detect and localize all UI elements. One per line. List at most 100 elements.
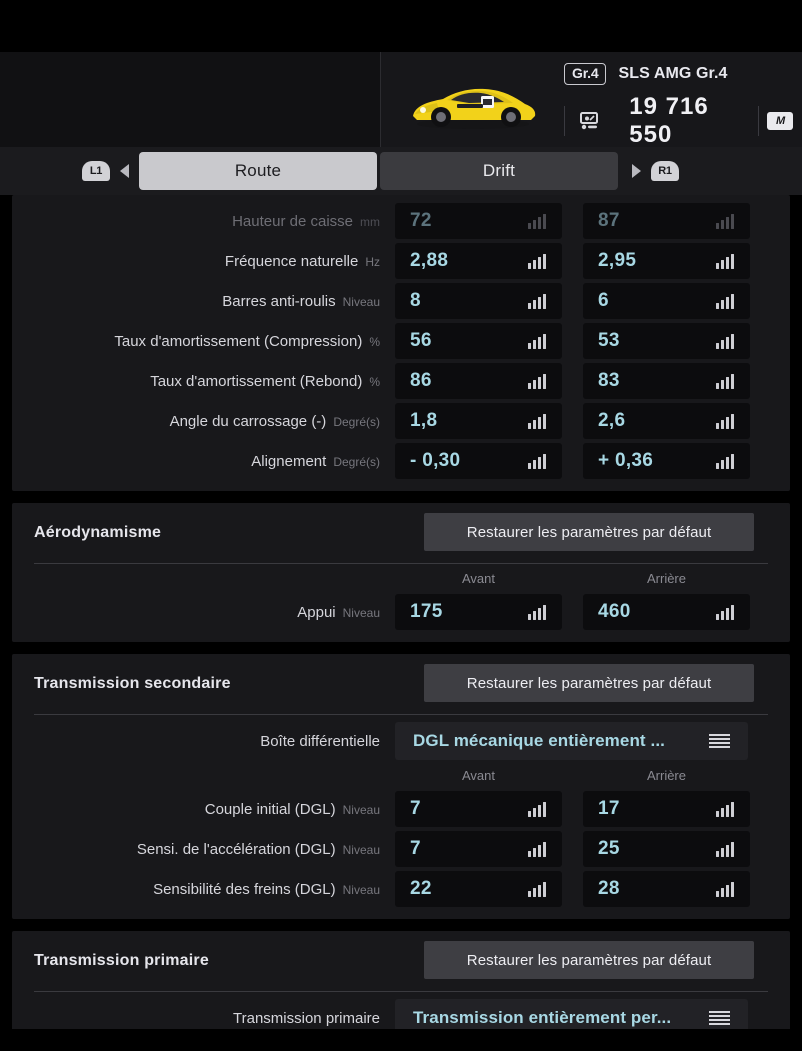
setting-row: Angle du carrossage (-) Degré(s) 1,8 2,6 (12, 401, 790, 441)
setting-value-front[interactable]: 86 (395, 363, 562, 399)
car-thumbnail (403, 74, 543, 132)
adjust-bars-icon[interactable] (716, 604, 734, 620)
setting-value-front[interactable]: 22 (395, 871, 562, 907)
manufacturer-badge-label: M (767, 112, 794, 130)
setting-value-rear[interactable]: 87 (583, 203, 750, 239)
setting-value-rear[interactable]: 25 (583, 831, 750, 867)
setting-value-rear[interactable]: 83 (583, 363, 750, 399)
adjust-bars-icon[interactable] (528, 881, 546, 897)
setting-unit: Hz (365, 254, 380, 269)
setting-value-front[interactable]: 7 (395, 831, 562, 867)
setting-value-front-number: 22 (410, 878, 432, 899)
tab-drift[interactable]: Drift (380, 152, 618, 190)
car-class-badge: Gr.4 (564, 63, 607, 85)
adjust-bars-icon[interactable] (716, 453, 734, 469)
setting-value-front-number: 1,8 (410, 410, 438, 431)
adjust-bars-icon[interactable] (716, 253, 734, 269)
next-tab-arrow-icon[interactable] (632, 164, 641, 178)
setting-value-front[interactable]: - 0,30 (395, 443, 562, 479)
setting-value-front[interactable]: 56 (395, 323, 562, 359)
section-gap (0, 919, 802, 931)
setting-row: Couple initial (DGL) Niveau 7 17 (12, 789, 790, 829)
setting-unit: Degré(s) (333, 454, 380, 469)
setting-value-rear[interactable]: 28 (583, 871, 750, 907)
setting-label: Sensi. de l'accélération (DGL) Niveau (12, 841, 390, 858)
aero-col-front: Avant (461, 570, 495, 586)
adjust-bars-icon[interactable] (716, 413, 734, 429)
setting-value-rear[interactable]: 17 (583, 791, 750, 827)
gt-tuning-screen: Gr.4 SLS AMG Gr.4 19 716 550 M L1 Route … (0, 0, 802, 1051)
sectrans-restore-defaults-button[interactable]: Restaurer les paramètres par défaut (424, 664, 754, 702)
setting-value-front[interactable]: 175 (395, 594, 562, 630)
setting-label: Appui Niveau (12, 604, 390, 621)
letterbox-top (0, 0, 802, 52)
setting-value-rear-number: 460 (598, 601, 631, 622)
setting-value-rear[interactable]: 2,6 (583, 403, 750, 439)
aero-restore-defaults-button[interactable]: Restaurer les paramètres par défaut (424, 513, 754, 551)
adjust-bars-icon[interactable] (716, 213, 734, 229)
setting-value-front-number: 2,88 (410, 250, 449, 271)
adjust-bars-icon[interactable] (716, 333, 734, 349)
prev-tab-arrow-icon[interactable] (120, 164, 129, 178)
adjust-bars-icon[interactable] (716, 373, 734, 389)
panel-pad (12, 909, 790, 919)
adjust-bars-icon[interactable] (716, 293, 734, 309)
adjust-bars-icon[interactable] (716, 881, 734, 897)
r1-shoulder-button[interactable]: R1 (651, 161, 679, 181)
setting-value-rear-number: 25 (598, 838, 620, 859)
adjust-bars-icon[interactable] (528, 213, 546, 229)
setting-label-text: Taux d'amortissement (Rebond) (150, 372, 363, 390)
setting-row: Hauteur de caisse mm 72 87 (12, 201, 790, 241)
l1-shoulder-button[interactable]: L1 (82, 161, 110, 181)
setting-value-front[interactable]: 72 (395, 203, 562, 239)
car-name-label: SLS AMG Gr.4 (618, 65, 728, 82)
setting-value-front[interactable]: 7 (395, 791, 562, 827)
setting-unit: mm (360, 214, 380, 229)
suspension-rows: Hauteur de caisse mm 72 87 Fréquence naturel… (12, 201, 790, 481)
aero-section-title: Aérodynamisme (34, 524, 162, 541)
pritrans-section-title: Transmission primaire (34, 952, 209, 969)
adjust-bars-icon[interactable] (528, 841, 546, 857)
adjust-bars-icon[interactable] (528, 604, 546, 620)
tab-route[interactable]: Route (139, 152, 377, 190)
settings-scroll-area[interactable]: Hauteur de caisse mm 72 87 Fréquence naturel… (0, 195, 802, 1051)
pritrans-restore-defaults-button[interactable]: Restaurer les paramètres par défaut (424, 941, 754, 979)
setting-value-rear[interactable]: + 0,36 (583, 443, 750, 479)
section-gap (0, 491, 802, 503)
aero-rows: Appui Niveau 175 460 (12, 592, 790, 632)
setting-value-rear[interactable]: 460 (583, 594, 750, 630)
car-class-row: Gr.4 SLS AMG Gr.4 (564, 63, 728, 85)
setting-value-front-number: 7 (410, 798, 421, 819)
setting-value-front-number: 8 (410, 290, 421, 311)
adjust-bars-icon[interactable] (716, 801, 734, 817)
adjust-bars-icon[interactable] (716, 841, 734, 857)
adjust-bars-icon[interactable] (528, 801, 546, 817)
setting-unit: Niveau (342, 882, 380, 897)
adjust-bars-icon[interactable] (528, 333, 546, 349)
setting-value-front[interactable]: 8 (395, 283, 562, 319)
panel-pad (12, 481, 790, 491)
setting-value-rear-number: 87 (598, 210, 620, 231)
setting-value-front-number: 7 (410, 838, 421, 859)
differential-row: Boîte différentielle DGL mécanique entiè… (12, 721, 790, 761)
setting-value-rear[interactable]: 6 (583, 283, 750, 319)
adjust-bars-icon[interactable] (528, 413, 546, 429)
setting-value-rear[interactable]: 2,95 (583, 243, 750, 279)
adjust-bars-icon[interactable] (528, 453, 546, 469)
setting-value-front[interactable]: 1,8 (395, 403, 562, 439)
car-thumbnail-svg (413, 88, 536, 129)
setting-label-text: Sensi. de l'accélération (DGL) (136, 840, 336, 858)
aero-section-header: Aérodynamisme Restaurer les paramètres p… (12, 503, 790, 563)
header-left-empty (0, 52, 380, 147)
header-car-info: Gr.4 SLS AMG Gr.4 19 716 550 M (381, 52, 802, 148)
adjust-bars-icon[interactable] (528, 293, 546, 309)
differential-dropdown[interactable]: DGL mécanique entièrement ... (395, 722, 748, 760)
setting-value-rear-number: 6 (598, 290, 609, 311)
adjust-bars-icon[interactable] (528, 373, 546, 389)
aerodynamics-panel: Aérodynamisme Restaurer les paramètres p… (12, 503, 790, 642)
adjust-bars-icon[interactable] (528, 253, 546, 269)
setting-value-rear[interactable]: 53 (583, 323, 750, 359)
setting-label: Taux d'amortissement (Rebond)% (12, 373, 390, 390)
setting-value-front[interactable]: 2,88 (395, 243, 562, 279)
setting-row: Barres anti-roulis Niveau 8 6 (12, 281, 790, 321)
